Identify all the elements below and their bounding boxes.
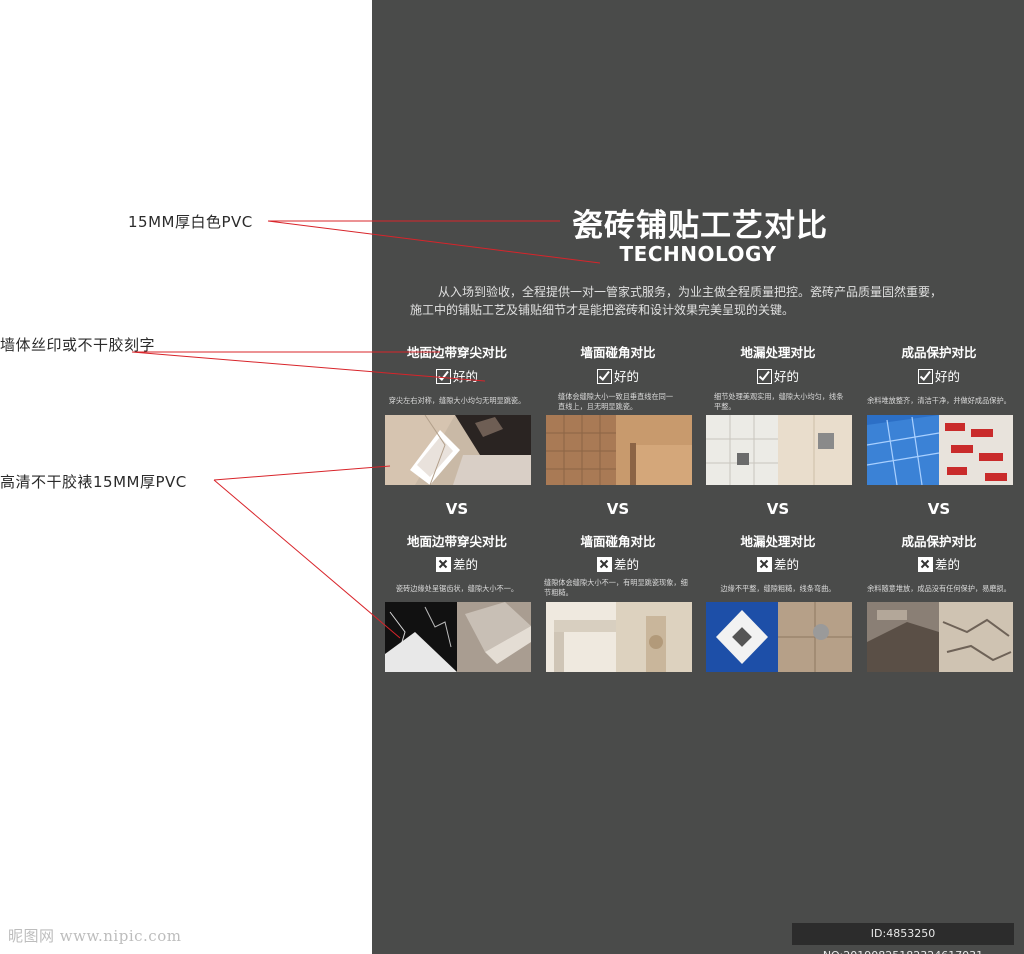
- annotation-hd-sticker: 高清不干胶裱15MM厚PVC: [0, 473, 187, 491]
- checkbox-checked-icon: [435, 369, 451, 384]
- bad-description: 缝隙体会缝隙大小不一，有明显跳瓷现象，细节粗糙。: [544, 578, 688, 597]
- verdict-label: 好的: [613, 369, 639, 384]
- bad-title: 墙面碰角对比: [580, 534, 656, 549]
- bad-title: 地漏处理对比: [740, 534, 816, 549]
- bad-verdict: 差的: [383, 554, 531, 573]
- bad-verdict: 差的: [544, 554, 692, 573]
- good-description: 细节处理美观实用，缝隙大小均匀，线条平整。: [714, 392, 844, 411]
- bad-protection-photo: [867, 602, 1013, 672]
- bad-description: 余料随意堆放，成品没有任何保护，易磨损。: [867, 584, 1011, 593]
- page-title: 瓷砖铺贴工艺对比: [572, 208, 828, 244]
- good-description: 缝体会缝隙大小一致且垂直线在同一直线上，且无明显跳瓷。: [558, 392, 674, 411]
- good-protection-photo: [867, 415, 1013, 485]
- good-wall-corner-photo: [546, 415, 692, 485]
- bad-floor-drain-photo: [706, 602, 852, 672]
- good-description: 余料堆放整齐，清洁干净，并做好成品保护。: [867, 396, 1011, 405]
- checkbox-checked-icon: [917, 369, 933, 384]
- verdict-label: 好的: [773, 369, 799, 384]
- checkbox-cross-icon: [917, 557, 933, 572]
- verdict-label: 好的: [934, 369, 960, 384]
- vs-label: VS: [766, 500, 790, 518]
- bad-title: 地面边带穿尖对比: [406, 534, 507, 549]
- intro-line-1: 从入场到验收，全程提供一对一管家式服务，为业主做全程质量把控。瓷砖产品质量固然重…: [438, 285, 943, 299]
- checkbox-cross-icon: [756, 557, 772, 572]
- good-verdict: 好的: [865, 366, 1013, 385]
- bad-floor-border-photo: [385, 602, 531, 672]
- good-verdict: 好的: [544, 366, 692, 385]
- verdict-label: 好的: [452, 369, 478, 384]
- vs-label: VS: [445, 500, 469, 518]
- good-verdict: 好的: [383, 366, 531, 385]
- good-description: 穿尖左右对称，缝隙大小均匀无明显跳瓷。: [388, 396, 526, 405]
- comparison-column-floor-border: 地面边带穿尖对比 好的 穿尖左右对称，缝隙大小均匀无明显跳瓷。 VS 地面边带穿: [383, 340, 531, 680]
- good-title: 地面边带穿尖对比: [406, 345, 507, 360]
- comparison-grid: 地面边带穿尖对比 好的 穿尖左右对称，缝隙大小均匀无明显跳瓷。 VS 地面边带穿: [383, 340, 1023, 680]
- bad-description: 边缘不平整，缝隙粗糙，线条弯曲。: [720, 584, 836, 593]
- bad-verdict: 差的: [704, 554, 852, 573]
- good-title: 地漏处理对比: [740, 345, 816, 360]
- annotation-wall-print: 墙体丝印或不干胶刻字: [0, 336, 156, 354]
- intro-line-2: 施工中的铺贴工艺及铺贴细节才是能把瓷砖和设计效果完美呈现的关键。: [410, 303, 795, 317]
- verdict-label: 差的: [613, 557, 639, 572]
- checkbox-checked-icon: [756, 369, 772, 384]
- bad-wall-corner-photo: [546, 602, 692, 672]
- bad-verdict: 差的: [865, 554, 1013, 573]
- image-id-watermark: ID:4853250 NO:20190825182324617031: [792, 923, 1014, 954]
- checkbox-cross-icon: [596, 557, 612, 572]
- good-floor-border-photo: [385, 415, 531, 485]
- right-board-panel: 瓷砖铺贴工艺对比 TECHNOLOGY 从入场到验收，全程提供一对一管家式服务，…: [372, 0, 1024, 954]
- verdict-label: 差的: [773, 557, 799, 572]
- verdict-label: 差的: [934, 557, 960, 572]
- good-floor-drain-photo: [706, 415, 852, 485]
- comparison-column-protection: 成品保护对比 好的 余料堆放整齐，清洁干净，并做好成品保护。 VS 成品保护对比…: [865, 340, 1013, 680]
- site-watermark: 昵图网 www.nipic.com: [8, 927, 182, 945]
- intro-paragraph: 从入场到验收，全程提供一对一管家式服务，为业主做全程质量把控。瓷砖产品质量固然重…: [410, 283, 1010, 319]
- good-title: 墙面碰角对比: [580, 345, 656, 360]
- bad-title: 成品保护对比: [901, 534, 977, 549]
- vs-label: VS: [606, 500, 630, 518]
- comparison-column-wall-corner: 墙面碰角对比 好的 缝体会缝隙大小一致且垂直线在同一直线上，且无明显跳瓷。 VS…: [544, 340, 692, 680]
- comparison-column-floor-drain: 地漏处理对比 好的 细节处理美观实用，缝隙大小均匀，线条平整。 VS 地漏处理对…: [704, 340, 852, 680]
- good-verdict: 好的: [704, 366, 852, 385]
- checkbox-cross-icon: [435, 557, 451, 572]
- page-subtitle: TECHNOLOGY: [619, 242, 777, 266]
- bad-description: 瓷砖边缘处呈锯齿状，缝隙大小不一。: [395, 584, 519, 593]
- verdict-label: 差的: [452, 557, 478, 572]
- checkbox-checked-icon: [596, 369, 612, 384]
- good-title: 成品保护对比: [901, 345, 977, 360]
- annotation-white-pvc: 15MM厚白色PVC: [128, 213, 253, 231]
- vs-label: VS: [927, 500, 951, 518]
